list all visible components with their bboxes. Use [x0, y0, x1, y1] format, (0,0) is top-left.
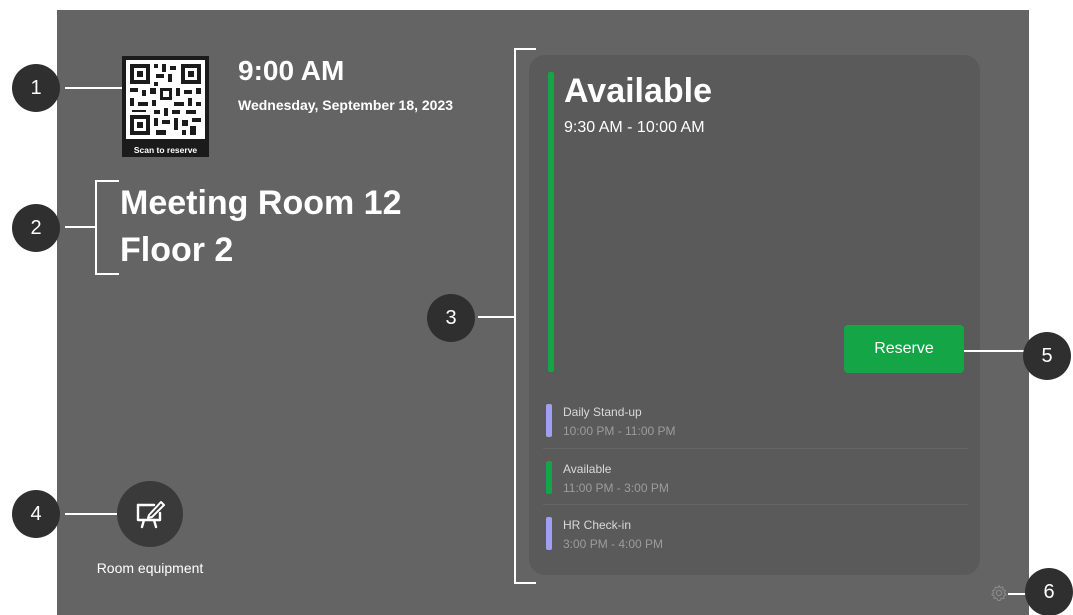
room-equipment-label: Room equipment [96, 560, 204, 576]
callout-leader-line [964, 350, 1024, 352]
status-time-range: 9:30 AM - 10:00 AM [564, 119, 705, 136]
qr-code-icon [126, 60, 205, 139]
callout-bracket [95, 180, 119, 275]
qr-code[interactable]: Scan to reserve [122, 56, 209, 157]
reserve-button[interactable]: Reserve [844, 325, 964, 373]
room-name: Meeting Room 12 [120, 184, 402, 222]
current-time: 9:00 AM [238, 55, 345, 86]
status-indicator-bar [548, 72, 554, 372]
callout-marker: 3 [427, 294, 475, 342]
list-item[interactable]: Daily Stand-up 10:00 PM - 11:00 PM [543, 392, 968, 448]
meeting-title: HR Check-in [563, 518, 632, 532]
room-equipment-button[interactable] [117, 481, 183, 547]
list-item[interactable]: Available 11:00 PM - 3:00 PM [543, 448, 968, 504]
callout-marker: 2 [12, 204, 60, 252]
meeting-time: 10:00 PM - 11:00 PM [563, 424, 676, 438]
whiteboard-pen-icon [136, 501, 165, 529]
meeting-title: Available [563, 462, 612, 476]
callout-leader-line [65, 87, 122, 89]
callout-marker: 6 [1025, 568, 1073, 615]
meeting-color-bar [546, 461, 552, 494]
callout-bracket [514, 48, 536, 584]
meeting-time: 3:00 PM - 4:00 PM [563, 537, 664, 551]
meeting-time: 11:00 PM - 3:00 PM [563, 481, 669, 495]
callout-leader-line [65, 226, 95, 228]
gear-icon[interactable] [990, 584, 1008, 602]
meeting-list: Daily Stand-up 10:00 PM - 11:00 PM Avail… [543, 392, 968, 560]
callout-marker: 5 [1023, 332, 1071, 380]
annotated-screenshot: Scan to reserve 9:00 AM Wednesday, Septe… [0, 0, 1073, 615]
meeting-title: Daily Stand-up [563, 405, 642, 419]
meeting-color-bar [546, 517, 552, 550]
callout-leader-line [1008, 593, 1026, 595]
room-floor: Floor 2 [120, 231, 234, 269]
callout-leader-line [65, 513, 117, 515]
current-date: Wednesday, September 18, 2023 [238, 97, 454, 113]
callout-leader-line [478, 316, 514, 318]
qr-label: Scan to reserve [133, 145, 198, 155]
meeting-color-bar [546, 404, 552, 437]
callout-marker: 1 [12, 64, 60, 112]
list-item[interactable]: HR Check-in 3:00 PM - 4:00 PM [543, 504, 968, 560]
callout-marker: 4 [12, 490, 60, 538]
status-title: Available [564, 72, 713, 110]
